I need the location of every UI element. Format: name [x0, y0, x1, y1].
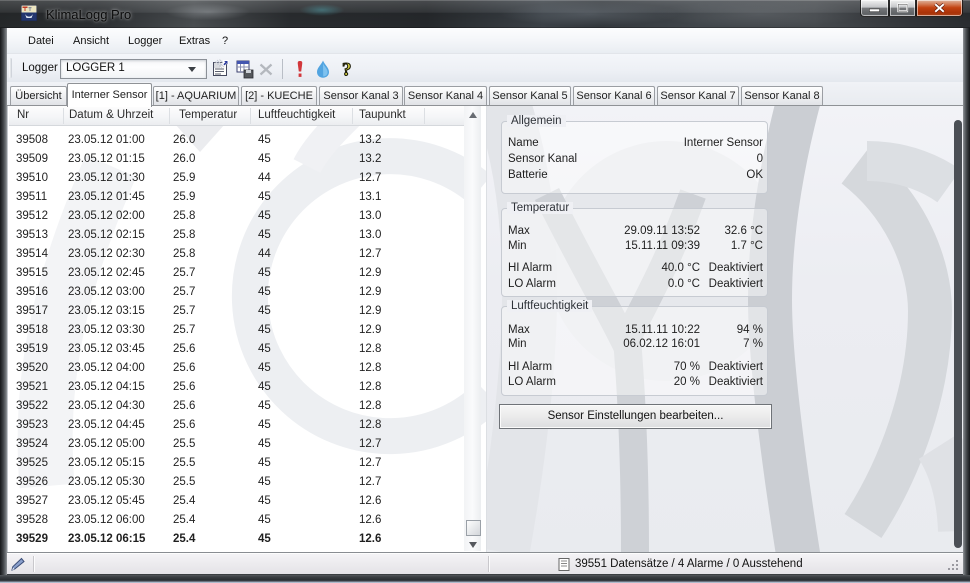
svg-text:?: ?	[342, 60, 352, 80]
